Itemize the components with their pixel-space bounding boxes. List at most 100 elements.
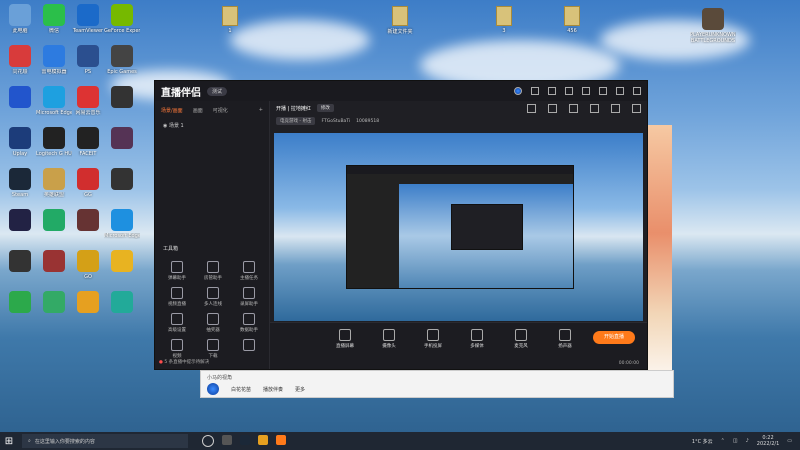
desktop-icon[interactable] bbox=[2, 291, 38, 315]
tool-item[interactable]: 主播任务 bbox=[231, 261, 267, 281]
desktop-icon[interactable] bbox=[36, 250, 72, 274]
bell-icon[interactable] bbox=[611, 103, 620, 113]
desktop-icon[interactable]: Microsoft Edge bbox=[36, 86, 72, 116]
audio-icon[interactable] bbox=[590, 103, 599, 113]
app-taskbar-icon[interactable] bbox=[258, 435, 268, 445]
chat-action-3[interactable]: 更多 bbox=[295, 386, 305, 393]
desktop-icon[interactable]: Uplay bbox=[2, 127, 38, 157]
menu-icon[interactable] bbox=[582, 87, 590, 95]
stream-preview[interactable] bbox=[274, 133, 643, 321]
task-view-icon[interactable] bbox=[202, 435, 214, 447]
weather-text[interactable]: 1°C 多云 bbox=[692, 438, 713, 445]
desktop-icon[interactable]: 此电脑 bbox=[2, 4, 38, 34]
desktop-icon[interactable]: 同花顺 bbox=[2, 45, 38, 75]
tool-item[interactable]: 弹幕助手 bbox=[159, 261, 195, 281]
source-button[interactable]: 多媒体 bbox=[462, 329, 492, 349]
desktop-icon[interactable]: 微信 bbox=[36, 4, 72, 34]
message-icon[interactable] bbox=[548, 87, 556, 95]
desktop-icon[interactable]: Steam bbox=[2, 168, 38, 198]
add-scene-icon[interactable]: + bbox=[259, 107, 263, 114]
desktop-icon[interactable]: Microsoft Edge bbox=[104, 209, 140, 239]
tool-item[interactable]: 视频 bbox=[159, 339, 195, 359]
windows-start-icon[interactable]: ⊞ bbox=[0, 432, 18, 450]
desktop-icon[interactable]: Epic Games bbox=[104, 45, 140, 75]
desktop-icon[interactable]: GO bbox=[70, 250, 106, 280]
desktop-icon-pubg[interactable]: PLAYERUNKNOWN'S BATTLEGROUNDS bbox=[690, 8, 736, 44]
desktop-icon[interactable]: Logitech G HUB bbox=[36, 127, 72, 157]
tool-item[interactable] bbox=[231, 339, 267, 359]
desktop-icon[interactable] bbox=[104, 127, 140, 151]
desktop-icon[interactable]: 雷电模拟器 bbox=[36, 45, 72, 75]
desktop-icon[interactable] bbox=[104, 86, 140, 110]
settings-icon[interactable] bbox=[531, 87, 539, 95]
volume-icon[interactable]: ♪ bbox=[746, 438, 749, 444]
start-live-button[interactable]: 开始直播 bbox=[593, 331, 635, 344]
desktop-icon[interactable]: GeForce Experience bbox=[104, 4, 140, 34]
desktop-folder[interactable]: 新建文件夹 bbox=[380, 6, 420, 35]
tool-icon bbox=[171, 287, 183, 299]
desktop-icon[interactable] bbox=[2, 86, 38, 110]
tool-item[interactable]: 录屏助手 bbox=[231, 287, 267, 307]
desktop-folder[interactable]: 1 bbox=[210, 6, 250, 34]
tool-item[interactable]: 多人连线 bbox=[195, 287, 231, 307]
tray-up-icon[interactable]: ⌃ bbox=[721, 438, 725, 444]
tool-icon bbox=[171, 339, 183, 351]
edit-title-button[interactable]: 修改 bbox=[316, 104, 334, 112]
clock[interactable]: 0:22 2022/2/1 bbox=[757, 435, 779, 447]
share-icon[interactable] bbox=[632, 103, 641, 113]
desktop-icon[interactable] bbox=[36, 209, 72, 233]
source-button[interactable]: 摄像头 bbox=[374, 329, 404, 349]
desktop-icon[interactable]: PS bbox=[70, 45, 106, 75]
desktop-icon[interactable]: TeamViewer bbox=[70, 4, 106, 34]
chat-action-2[interactable]: 播放伴奏 bbox=[263, 386, 283, 393]
desktop-folder[interactable]: 456 bbox=[552, 6, 592, 34]
notice[interactable]: ● 5 条直播中提示待解决 bbox=[159, 359, 209, 365]
tool-item[interactable]: 房管助手 bbox=[195, 261, 231, 281]
eye-icon[interactable]: ◉ bbox=[163, 123, 167, 129]
app-badge[interactable]: 测试 bbox=[207, 86, 228, 96]
tool-item[interactable]: 数据助手 bbox=[231, 313, 267, 333]
folder-icon bbox=[496, 6, 512, 26]
maximize-icon[interactable] bbox=[616, 87, 624, 95]
steam-taskbar-icon[interactable] bbox=[240, 435, 250, 445]
source-button[interactable]: 手机投屏 bbox=[418, 329, 448, 349]
taskbar-search[interactable]: ⌕ 在这里输入你要搜索的内容 bbox=[22, 434, 188, 448]
tab-scene[interactable]: 场景/画面 bbox=[161, 107, 183, 114]
category-chip[interactable]: 电竞游戏 - 射击 bbox=[276, 117, 316, 125]
network-icon[interactable]: ◫ bbox=[733, 438, 738, 444]
tab-visual[interactable]: 可视化 bbox=[213, 107, 228, 114]
gift-icon[interactable] bbox=[548, 103, 557, 113]
tab-screen[interactable]: 画面 bbox=[193, 107, 203, 114]
minimize-icon[interactable] bbox=[599, 87, 607, 95]
desktop-icon[interactable] bbox=[104, 250, 140, 274]
desktop-icon[interactable] bbox=[104, 168, 140, 192]
desktop-icon[interactable] bbox=[2, 209, 38, 233]
desktop-folder[interactable]: 3 bbox=[484, 6, 524, 34]
source-button[interactable]: 麦克风 bbox=[506, 329, 536, 349]
desktop-icon[interactable] bbox=[36, 291, 72, 315]
desktop-icon[interactable]: 网易云音乐 bbox=[70, 86, 106, 116]
scene-item[interactable]: ◉ 场景 1 bbox=[155, 120, 269, 131]
desktop-icon[interactable] bbox=[104, 291, 140, 315]
record-icon[interactable] bbox=[569, 103, 578, 113]
source-button[interactable]: 扬声器 bbox=[550, 329, 580, 349]
chat-action-1[interactable]: 白花花苗 bbox=[231, 386, 251, 393]
desktop-icon[interactable]: FACEIT bbox=[70, 127, 106, 157]
tool-item[interactable]: 下载 bbox=[195, 339, 231, 359]
source-button[interactable]: 直播屏幕 bbox=[330, 329, 360, 349]
tool-item[interactable]: 抽奖器 bbox=[195, 313, 231, 333]
notification-icon[interactable]: ▭ bbox=[787, 438, 792, 444]
tool-item[interactable]: 视频直播 bbox=[159, 287, 195, 307]
shop-icon[interactable] bbox=[527, 103, 536, 113]
desktop-icon[interactable] bbox=[70, 291, 106, 315]
desktop-icon[interactable] bbox=[70, 209, 106, 233]
close-icon[interactable] bbox=[633, 87, 641, 95]
user-avatar[interactable] bbox=[514, 87, 522, 95]
desktop-icon[interactable]: 英雄联盟 bbox=[36, 168, 72, 198]
task-switch-icon[interactable] bbox=[222, 435, 232, 445]
skin-icon[interactable] bbox=[565, 87, 573, 95]
desktop-icon[interactable] bbox=[2, 250, 38, 274]
streaming-taskbar-icon[interactable] bbox=[276, 435, 286, 445]
tool-item[interactable]: 高级设置 bbox=[159, 313, 195, 333]
desktop-icon[interactable]: GG bbox=[70, 168, 106, 198]
